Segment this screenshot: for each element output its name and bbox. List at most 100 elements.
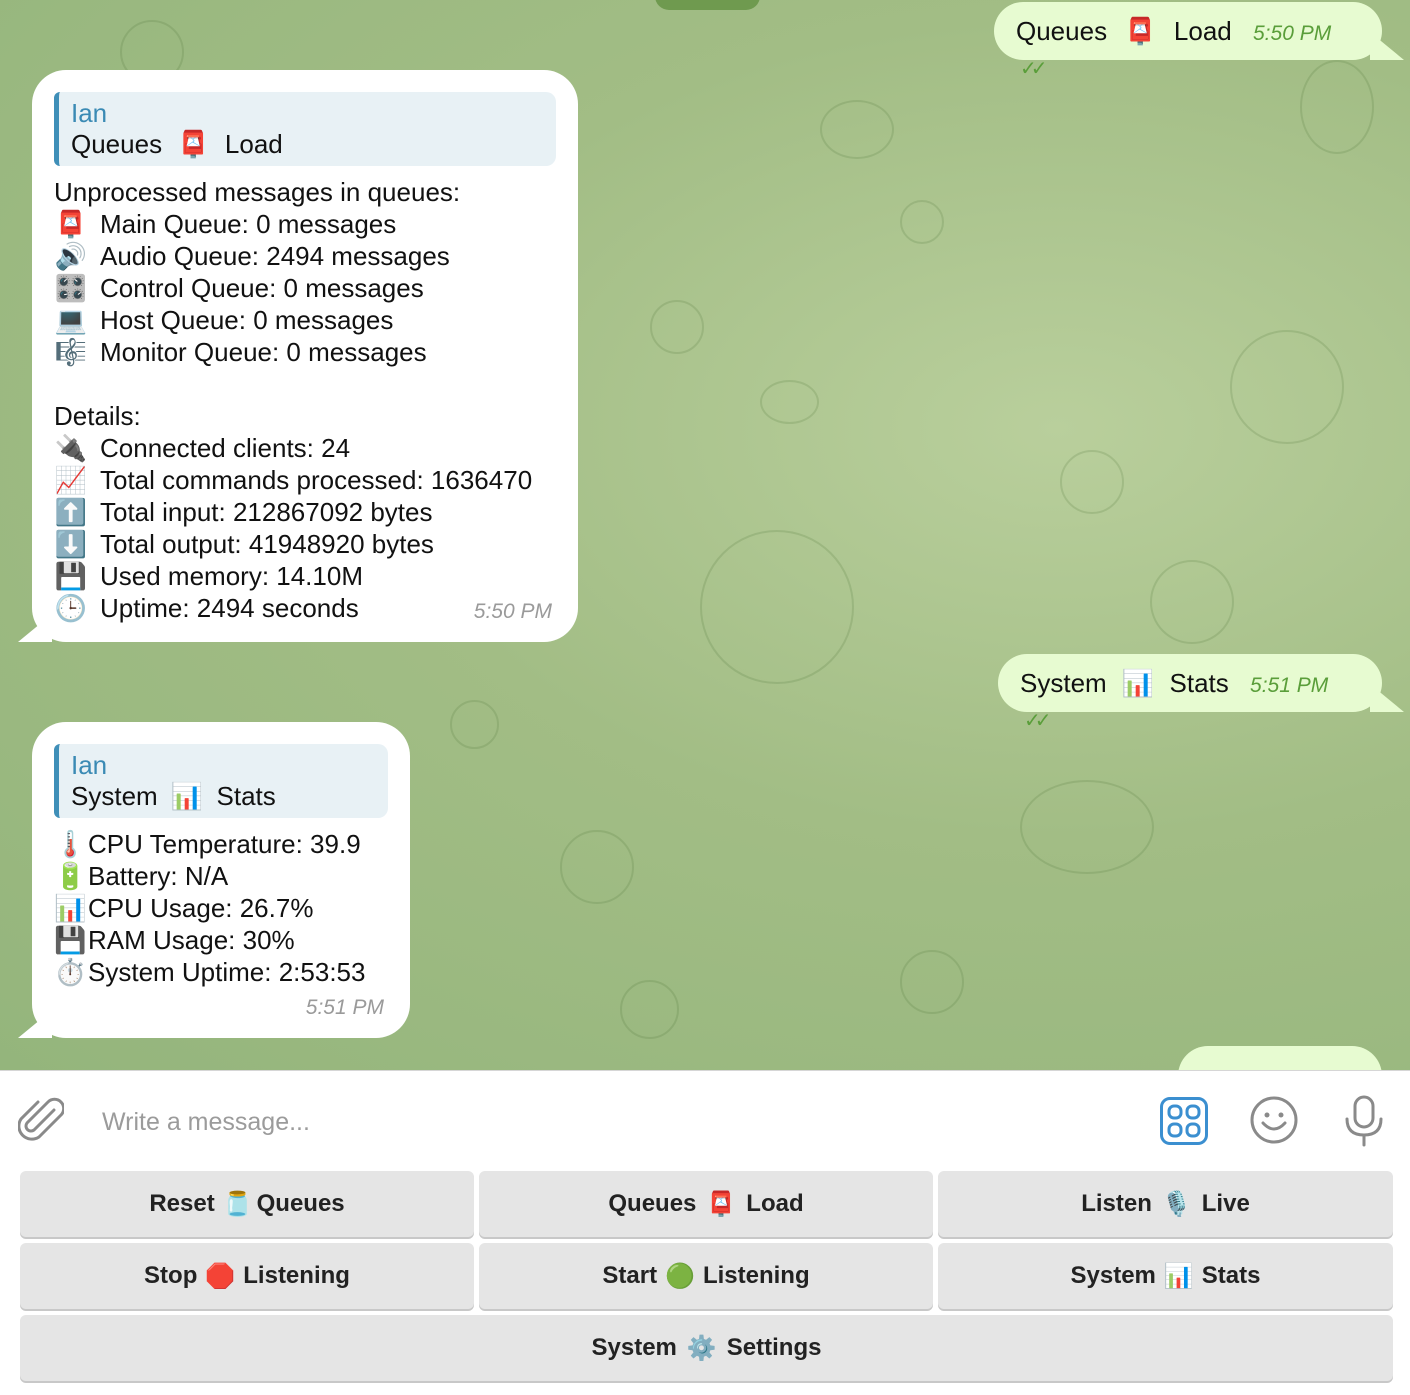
message-input[interactable] — [100, 1101, 1124, 1143]
outgoing-message-partial[interactable] — [1178, 1046, 1382, 1070]
message-text: Queues — [1016, 16, 1108, 46]
musical-score-emoji-icon: 🎼 — [54, 337, 88, 367]
reply-author: Ian — [71, 98, 108, 128]
incoming-message[interactable]: Ian Queues 📮 Load Unprocessed messages i… — [32, 70, 578, 642]
doodle-decoration — [700, 530, 854, 684]
bar-chart-emoji-icon: 📊 — [54, 893, 87, 923]
button-label: Listening — [243, 1262, 350, 1289]
stopwatch-emoji-icon: ⏱️ — [54, 957, 87, 987]
list-item: 💻 Host Queue: 0 messages — [54, 304, 556, 336]
button-label: Listening — [702, 1262, 810, 1289]
list-item-text: CPU Usage: 26.7% — [88, 893, 314, 923]
date-header-pill — [655, 0, 760, 10]
queues-header: Unprocessed messages in queues: — [54, 177, 461, 207]
list-item-text: Battery: N/A — [88, 861, 229, 891]
doodle-decoration — [900, 200, 944, 244]
outgoing-message[interactable]: System 📊 Stats 5:51 PM ✓✓ — [998, 654, 1382, 732]
list-item-text: Monitor Queue: 0 messages — [100, 337, 427, 367]
stop-sign-emoji-icon: 🛑 — [205, 1262, 236, 1290]
microphone-icon[interactable] — [1342, 1095, 1386, 1147]
doodle-decoration — [760, 380, 819, 424]
list-item: ⏱️System Uptime: 2:53:53 — [54, 956, 388, 988]
list-item-text: Total commands processed: 1636470 — [100, 465, 533, 495]
thermometer-emoji-icon: 🌡️ — [54, 829, 87, 859]
floppy-disk-emoji-icon: 💾 — [54, 561, 88, 591]
emoji-icon[interactable] — [1249, 1095, 1299, 1145]
incoming-message[interactable]: Ian System 📊 Stats 🌡️CPU Temperature: 39… — [32, 722, 410, 1038]
outgoing-message[interactable]: Queues 📮 Load 5:50 PM ✓✓ — [994, 2, 1382, 80]
doodle-decoration — [560, 830, 634, 904]
message-text: Load — [1173, 16, 1232, 46]
laptop-emoji-icon: 💻 — [54, 305, 88, 335]
battery-emoji-icon: 🔋 — [54, 861, 87, 891]
mailbox-emoji-icon: 📮 — [706, 1190, 737, 1218]
up-arrow-emoji-icon: ⬆️ — [54, 497, 88, 527]
keyboard-button-reset-queues[interactable]: Reset 🫙 Queues — [20, 1171, 474, 1237]
list-item: 💾RAM Usage: 30% — [54, 924, 388, 956]
bot-commands-icon[interactable] — [1160, 1097, 1208, 1145]
doodle-decoration — [900, 950, 964, 1014]
reply-quote[interactable]: Ian System 📊 Stats — [54, 744, 388, 818]
list-item-text: Total input: 212867092 bytes — [100, 497, 433, 527]
button-label: Live — [1201, 1190, 1250, 1217]
down-arrow-emoji-icon: ⬇️ — [54, 529, 88, 559]
button-label: Reset — [149, 1190, 215, 1217]
doodle-decoration — [1020, 780, 1154, 874]
list-item-text: Total output: 41948920 bytes — [100, 529, 434, 559]
doodle-decoration — [1060, 450, 1124, 514]
reply-text: System — [71, 781, 158, 811]
read-checkmarks-icon: ✓✓ — [1024, 710, 1051, 732]
mailbox-emoji-icon: 📮 — [54, 209, 88, 239]
doodle-decoration — [620, 980, 679, 1039]
list-item-text: Connected clients: 24 — [100, 433, 351, 463]
button-label: Queues — [256, 1190, 345, 1217]
details-header: Details: — [54, 401, 141, 431]
list-item-text: RAM Usage: 30% — [88, 925, 295, 955]
list-item: 📈 Total commands processed: 1636470 — [54, 464, 556, 496]
bar-chart-emoji-icon: 📊 — [1121, 668, 1155, 698]
reply-text: Queues — [71, 129, 163, 159]
button-label: Stats — [1201, 1262, 1261, 1289]
keyboard-button-queues-load[interactable]: Queues 📮 Load — [479, 1171, 933, 1237]
list-item-text: Used memory: 14.10M — [100, 561, 363, 591]
list-item: 🎛️ Control Queue: 0 messages — [54, 272, 556, 304]
message-time: 5:50 PM — [1253, 22, 1332, 45]
reply-text: Load — [224, 129, 283, 159]
message-time: 5:50 PM — [473, 600, 552, 623]
message-time: 5:51 PM — [305, 996, 384, 1019]
message-text: System — [1020, 668, 1107, 698]
list-item-text: System Uptime: 2:53:53 — [88, 957, 366, 987]
keyboard-button-system-settings[interactable]: System ⚙️ Settings — [20, 1315, 1393, 1381]
doodle-decoration — [650, 300, 704, 354]
button-label: Stop — [144, 1262, 198, 1289]
message-input-row — [0, 1071, 1410, 1171]
doodle-decoration — [1230, 330, 1344, 444]
reply-author: Ian — [71, 750, 108, 780]
list-item: 📊CPU Usage: 26.7% — [54, 892, 388, 924]
keyboard-button-system-stats[interactable]: System 📊 Stats — [938, 1243, 1393, 1309]
bubble-tail — [1370, 32, 1404, 60]
mailbox-emoji-icon: 📮 — [1124, 16, 1157, 46]
keyboard-button-listen-live[interactable]: Listen 🎙️ Live — [938, 1171, 1393, 1237]
green-circle-emoji-icon: 🟢 — [665, 1262, 695, 1290]
clock-emoji-icon: 🕒 — [54, 593, 88, 623]
list-item: ⬇️ Total output: 41948920 bytes — [54, 528, 556, 560]
jar-emoji-icon: 🫙 — [222, 1190, 253, 1218]
paperclip-icon[interactable] — [18, 1096, 64, 1146]
doodle-decoration — [1300, 60, 1374, 154]
doodle-decoration — [450, 700, 499, 749]
message-time: 5:51 PM — [1250, 674, 1329, 697]
control-knobs-emoji-icon: 🎛️ — [54, 273, 88, 303]
list-item-text: Uptime: 2494 seconds — [100, 593, 359, 623]
doodle-decoration — [820, 100, 894, 159]
button-label: Queues — [608, 1190, 697, 1217]
keyboard-button-start-listening[interactable]: Start 🟢 Listening — [479, 1243, 933, 1309]
list-item: 🔋Battery: N/A — [54, 860, 388, 892]
reply-quote[interactable]: Ian Queues 📮 Load — [54, 92, 556, 166]
list-item: 🎼 Monitor Queue: 0 messages — [54, 336, 556, 368]
list-item: 🌡️CPU Temperature: 39.9 — [54, 828, 388, 860]
speaker-emoji-icon: 🔊 — [54, 241, 88, 271]
chart-increasing-emoji-icon: 📈 — [54, 465, 88, 495]
list-item: 💾 Used memory: 14.10M — [54, 560, 556, 592]
keyboard-button-stop-listening[interactable]: Stop 🛑 Listening — [20, 1243, 474, 1309]
